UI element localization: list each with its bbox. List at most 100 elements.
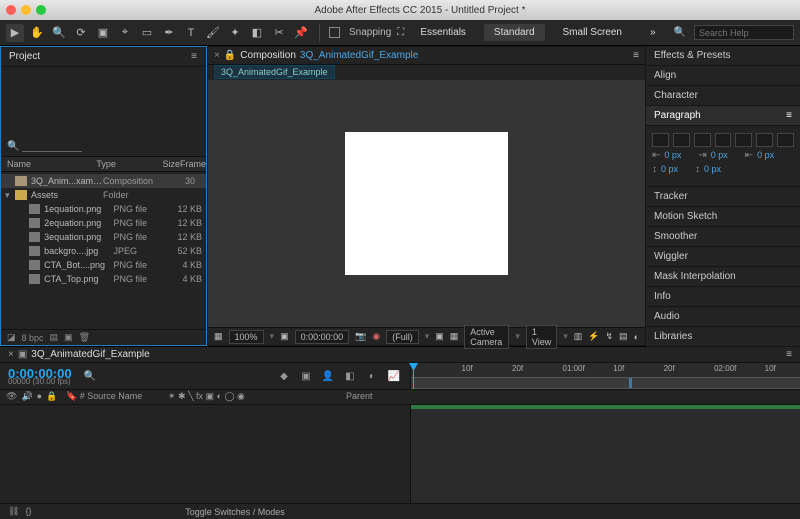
align-left-button[interactable] (652, 133, 669, 147)
zoom-dropdown[interactable]: 100% (229, 330, 264, 344)
motion-blur-icon[interactable]: ◐ (364, 368, 380, 384)
preview-time-display[interactable]: 0:00:00:00 (295, 330, 350, 344)
timeline-ruler[interactable]: 10f20f01:00f10f20f02:00f10f (410, 363, 800, 389)
new-comp-icon[interactable]: ▣ (64, 332, 73, 343)
col-size[interactable]: Size (151, 159, 180, 169)
col-audio-icon[interactable]: 🔊 (21, 391, 32, 403)
col-frame[interactable]: Frame (180, 159, 200, 169)
type-tool-icon[interactable]: T (182, 24, 200, 42)
panel-tracker[interactable]: Tracker (646, 187, 800, 207)
panel-motion-sketch[interactable]: Motion Sketch (646, 207, 800, 227)
col-switches-icons[interactable]: ✴ ✱ ╲ fx ▣ ◐ ◯ ◉ (168, 391, 245, 401)
snapping-checkbox[interactable] (329, 27, 340, 38)
justify-last-center-button[interactable] (735, 133, 752, 147)
justify-last-left-button[interactable] (715, 133, 732, 147)
timeline-tab-target-icon[interactable]: ▣ (18, 349, 27, 360)
project-search-icon[interactable]: 🔍 (7, 141, 19, 152)
align-right-button[interactable] (694, 133, 711, 147)
space-before-value[interactable]: 0 px (661, 164, 691, 175)
col-lock-icon[interactable]: 🔒 (46, 391, 57, 403)
label-swatch[interactable] (15, 190, 27, 200)
search-icon[interactable]: 🔍 (674, 27, 686, 38)
space-after-value[interactable]: 0 px (704, 164, 734, 175)
zoom-window-button[interactable] (36, 5, 46, 15)
zoom-tool-icon[interactable]: 🔍 (50, 24, 68, 42)
pixel-aspect-icon[interactable]: ▥ (574, 331, 583, 342)
views-dropdown[interactable]: 1 View (526, 325, 557, 349)
timeline-layer-list[interactable] (0, 405, 410, 503)
project-item[interactable]: CTA_Bot....pngPNG file4 KB (1, 258, 206, 272)
snapping-options-icon[interactable]: ⛶ (397, 27, 404, 38)
project-item[interactable]: 1equation.pngPNG file12 KB (1, 202, 206, 216)
current-time-indicator[interactable] (413, 363, 414, 389)
timeline-tab-name[interactable]: 3Q_AnimatedGif_Example (31, 349, 149, 360)
show-channel-icon[interactable]: ▣ (280, 331, 289, 342)
timeline-search-icon[interactable]: 🔍 (84, 371, 96, 382)
toggle-switches-icon[interactable]: {} (25, 506, 31, 517)
comp-mini-flowchart-icon[interactable]: ◆ (276, 368, 292, 384)
panel-align[interactable]: Align (646, 66, 800, 86)
project-panel-menu-icon[interactable]: ≡ (191, 51, 198, 62)
col-solo-icon[interactable]: ● (37, 391, 42, 403)
col-label[interactable] (83, 159, 96, 169)
label-swatch[interactable] (29, 232, 41, 242)
workspace-tab-small-screen[interactable]: Small Screen (553, 24, 632, 41)
timeline-tab-close-icon[interactable]: × (8, 349, 14, 360)
panel-audio[interactable]: Audio (646, 307, 800, 327)
new-folder-icon[interactable]: ▤ (50, 332, 59, 343)
exposure-reset-icon[interactable]: ◐ (634, 332, 639, 342)
col-source-name[interactable]: Source Name (87, 391, 142, 401)
project-item[interactable]: 3Q_Anim...xampleComposition30 (1, 174, 206, 188)
project-tree[interactable]: 3Q_Anim...xampleComposition30▾AssetsFold… (1, 172, 206, 329)
roto-brush-tool-icon[interactable]: ✂ (270, 24, 288, 42)
label-swatch[interactable] (29, 246, 41, 256)
composition-panel-menu-icon[interactable]: ≡ (633, 50, 639, 61)
project-item[interactable]: 3equation.pngPNG file12 KB (1, 230, 206, 244)
roi-icon[interactable]: ▣ (435, 331, 444, 342)
panel-smoother[interactable]: Smoother (646, 227, 800, 247)
timeline-panel-menu-icon[interactable]: ≡ (786, 349, 792, 360)
hide-shy-icon[interactable]: 👤 (320, 368, 336, 384)
align-center-button[interactable] (673, 133, 690, 147)
workspace-tab-standard[interactable]: Standard (484, 24, 545, 41)
composition-tab-name[interactable]: 3Q_AnimatedGif_Example (300, 50, 418, 61)
panel-paragraph[interactable]: Paragraph≡ (646, 106, 800, 126)
composition-breadcrumb[interactable]: 3Q_AnimatedGif_Example (214, 65, 335, 79)
pan-behind-tool-icon[interactable]: ⌖ (116, 24, 134, 42)
label-swatch[interactable] (29, 218, 41, 228)
panel-wiggler[interactable]: Wiggler (646, 247, 800, 267)
resolution-dropdown[interactable]: (Full) (386, 330, 419, 344)
project-search-input[interactable] (22, 141, 82, 152)
rotate-tool-icon[interactable]: ⟳ (72, 24, 90, 42)
close-window-button[interactable] (6, 5, 16, 15)
col-parent[interactable]: Parent (346, 391, 373, 401)
bpc-button[interactable]: 8 bpc (22, 333, 44, 343)
fast-previews-icon[interactable]: ⚡ (588, 331, 599, 342)
indent-right-value[interactable]: 0 px (757, 150, 787, 161)
clone-tool-icon[interactable]: ✦ (226, 24, 244, 42)
panel-libraries[interactable]: Libraries (646, 327, 800, 347)
col-name[interactable]: Name (7, 159, 83, 169)
label-swatch[interactable] (29, 274, 41, 284)
project-item[interactable]: backgro....jpgJPEG52 KB (1, 244, 206, 258)
comp-tab-close-icon[interactable]: × (214, 50, 220, 61)
comp-tab-lock-icon[interactable]: 🔒 (224, 50, 236, 61)
selection-tool-icon[interactable]: ▶ (6, 24, 24, 42)
indent-first-value[interactable]: 0 px (711, 150, 741, 161)
always-preview-icon[interactable]: ▦ (214, 331, 223, 342)
col-video-icon[interactable]: 👁 (6, 391, 17, 403)
workspace-tab-essentials[interactable]: Essentials (410, 24, 476, 41)
frame-blend-icon[interactable]: ◧ (342, 368, 358, 384)
project-item[interactable]: CTA_Top.pngPNG file4 KB (1, 272, 206, 286)
eraser-tool-icon[interactable]: ◧ (248, 24, 266, 42)
draft-3d-icon[interactable]: ▣ (298, 368, 314, 384)
indent-left-value[interactable]: 0 px (664, 150, 694, 161)
project-item[interactable]: 2equation.pngPNG file12 KB (1, 216, 206, 230)
brush-tool-icon[interactable]: 🖌 (204, 24, 222, 42)
panel-effects-presets[interactable]: Effects & Presets (646, 46, 800, 66)
panel-mask-interpolation[interactable]: Mask Interpolation (646, 267, 800, 287)
delete-icon[interactable]: 🗑 (79, 332, 90, 343)
minimize-window-button[interactable] (21, 5, 31, 15)
project-item[interactable]: ▾AssetsFolder (1, 188, 206, 202)
interpret-footage-icon[interactable]: ◪ (7, 332, 16, 343)
